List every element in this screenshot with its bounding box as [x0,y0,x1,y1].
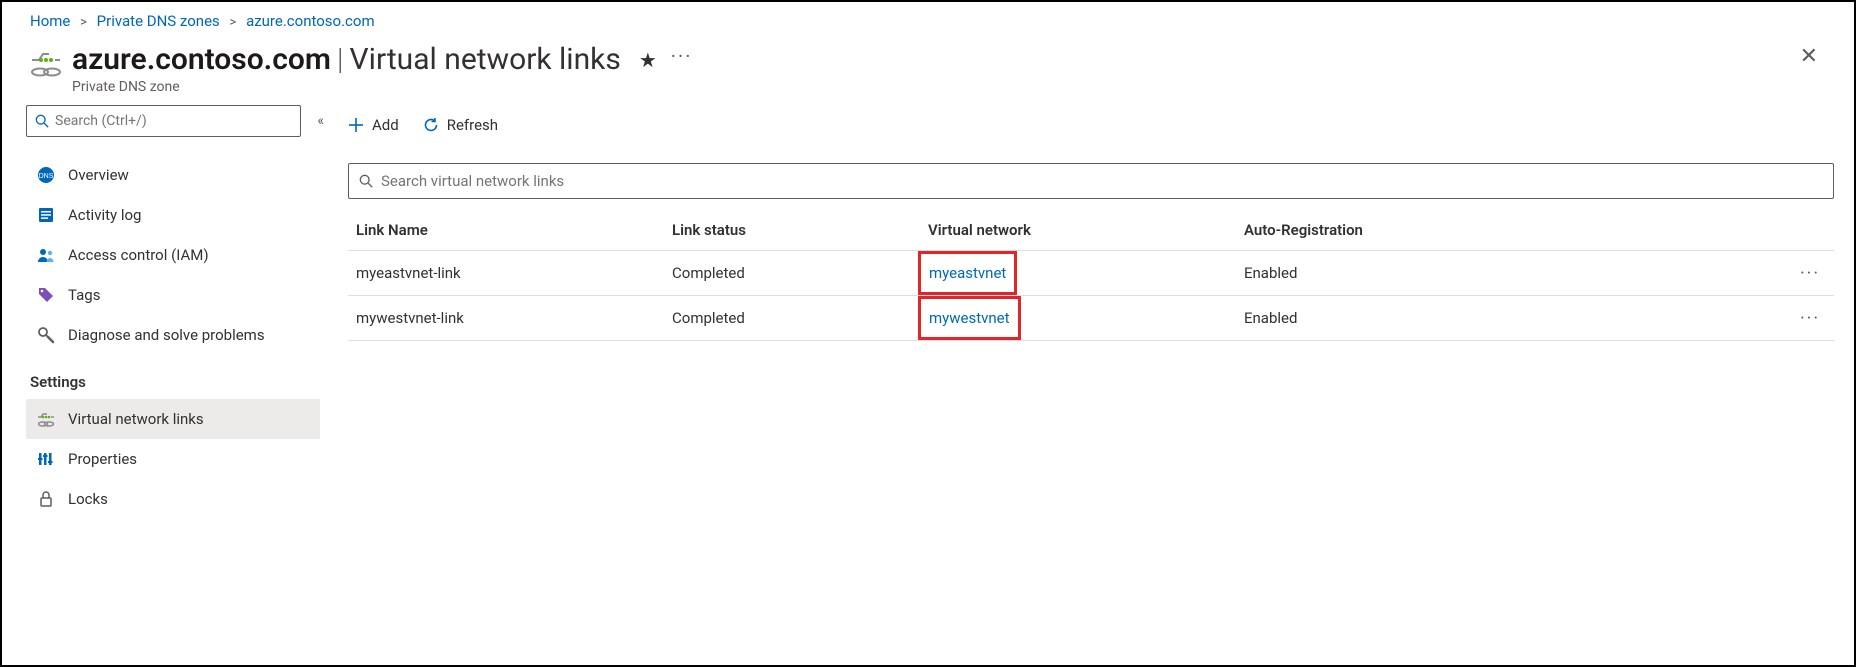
sidebar-item-label: Overview [68,166,129,184]
table-header: Link Name Link status Virtual network Au… [348,209,1834,251]
table-row[interactable]: myeastvnet-link Completed myeastvnet Ena… [348,251,1834,296]
highlight-annotation: myeastvnet [918,251,1017,295]
page-title: Virtual network links [350,42,621,77]
chevron-right-icon: > [80,15,87,30]
sidebar-item-label: Tags [68,286,100,304]
plus-icon [348,117,364,133]
sidebar-item-label: Virtual network links [68,410,204,428]
sidebar-item-label: Activity log [68,206,141,224]
content-search-input[interactable] [381,172,1823,190]
breadcrumb-private-dns-zones[interactable]: Private DNS zones [97,12,220,30]
sidebar-item-overview[interactable]: DNS Overview [26,155,320,195]
sidebar: « DNS Overview Activity log Access contr… [2,105,334,658]
content-area: Add Refresh Link Name Link status Virtua… [334,105,1854,658]
sidebar-item-virtual-network-links[interactable]: Virtual network links [26,399,320,439]
column-header-virtual-network[interactable]: Virtual network [928,221,1244,239]
more-menu-icon[interactable]: ··· [671,44,693,68]
sidebar-item-access-control[interactable]: Access control (IAM) [26,235,320,275]
chevron-right-icon: > [230,15,237,30]
row-more-menu-icon[interactable]: ··· [1786,308,1834,329]
svg-text:DNS: DNS [39,173,54,180]
collapse-sidebar-icon[interactable]: « [317,113,320,129]
breadcrumb-resource[interactable]: azure.contoso.com [246,12,375,30]
search-icon [359,174,373,188]
vnet-link[interactable]: myeastvnet [929,264,1006,282]
close-button[interactable]: ✕ [1792,42,1826,72]
sidebar-item-activity-log[interactable]: Activity log [26,195,320,235]
sidebar-item-label: Access control (IAM) [68,246,209,264]
sidebar-item-properties[interactable]: Properties [26,439,320,479]
add-button-label: Add [372,116,399,134]
sidebar-item-locks[interactable]: Locks [26,479,320,519]
locks-icon [36,489,56,509]
sidebar-item-label: Diagnose and solve problems [68,326,265,344]
vnet-links-icon [36,409,56,429]
sidebar-section-settings: Settings [26,355,320,399]
overview-icon: DNS [36,165,56,185]
breadcrumb: Home > Private DNS zones > azure.contoso… [2,2,1854,36]
properties-icon [36,449,56,469]
title-separator: | [337,42,344,77]
toolbar: Add Refresh [348,105,1834,145]
resource-type-label: Private DNS zone [72,79,1792,95]
resource-name: azure.contoso.com [72,42,331,77]
sidebar-item-label: Locks [68,490,108,508]
access-control-icon [36,245,56,265]
sidebar-search-input[interactable] [55,113,292,129]
cell-auto-registration: Enabled [1244,309,1786,327]
tags-icon [36,285,56,305]
refresh-button[interactable]: Refresh [423,116,498,134]
cell-link-name: mywestvnet-link [356,309,672,327]
cell-link-name: myeastvnet-link [356,264,672,282]
page-header: azure.contoso.com | Virtual network link… [2,36,1854,105]
column-header-link-name[interactable]: Link Name [356,221,672,239]
cell-auto-registration: Enabled [1244,264,1786,282]
breadcrumb-home[interactable]: Home [30,12,70,30]
refresh-icon [423,117,439,133]
add-button[interactable]: Add [348,116,399,134]
favorite-star-icon[interactable]: ★ [639,48,657,72]
sidebar-item-diagnose[interactable]: Diagnose and solve problems [26,315,320,355]
cell-link-status: Completed [672,264,928,282]
dns-zone-icon [30,42,72,78]
cell-link-status: Completed [672,309,928,327]
row-more-menu-icon[interactable]: ··· [1786,263,1834,284]
table-row[interactable]: mywestvnet-link Completed mywestvnet Ena… [348,296,1834,341]
activity-log-icon [36,205,56,225]
column-header-auto-registration[interactable]: Auto-Registration [1244,221,1786,239]
highlight-annotation: mywestvnet [918,296,1021,340]
search-icon [35,114,49,128]
sidebar-item-label: Properties [68,450,137,468]
content-search[interactable] [348,163,1834,199]
column-header-link-status[interactable]: Link status [672,221,928,239]
vnet-link[interactable]: mywestvnet [929,309,1010,327]
vnet-links-table: Link Name Link status Virtual network Au… [348,209,1834,341]
sidebar-item-tags[interactable]: Tags [26,275,320,315]
refresh-button-label: Refresh [447,116,498,134]
diagnose-icon [36,325,56,345]
sidebar-search[interactable] [26,105,301,137]
